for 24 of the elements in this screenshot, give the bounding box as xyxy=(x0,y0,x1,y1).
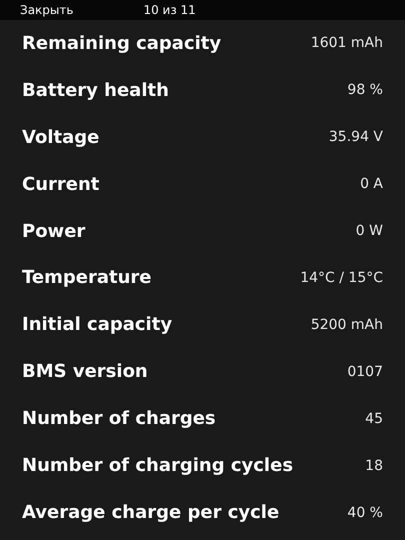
stat-value: 45 xyxy=(365,410,383,427)
stat-label: Initial capacity xyxy=(22,314,172,336)
stat-label: BMS version xyxy=(22,361,148,382)
stat-value: 98 % xyxy=(347,82,383,98)
stat-value: 0 W xyxy=(356,223,383,240)
stat-label: Average charge per cycle xyxy=(22,502,280,524)
stat-label: Power xyxy=(22,220,86,242)
stat-value: 14°C / 15°C xyxy=(300,270,383,286)
photo-counter: 10 из 11 xyxy=(143,3,196,17)
stat-label: Battery health xyxy=(22,80,169,101)
stat-value: 0107 xyxy=(347,364,383,380)
stat-value: 18 xyxy=(365,458,383,474)
stat-value: 40 % xyxy=(347,504,383,521)
stat-value: 35.94 V xyxy=(328,129,383,146)
stat-label: Current xyxy=(22,174,100,195)
stat-label: Number of charges xyxy=(22,408,216,430)
stat-label: Voltage xyxy=(22,126,100,148)
close-button[interactable]: Закрыть xyxy=(20,3,74,17)
stat-label: Number of charging cycles xyxy=(22,455,294,476)
stat-label: Remaining capacity xyxy=(22,32,222,54)
stat-value: 1601 mAh xyxy=(310,35,383,52)
stat-value: 0 A xyxy=(360,176,383,192)
stat-value: 5200 mAh xyxy=(310,316,383,333)
stat-label: Temperature xyxy=(22,267,152,288)
